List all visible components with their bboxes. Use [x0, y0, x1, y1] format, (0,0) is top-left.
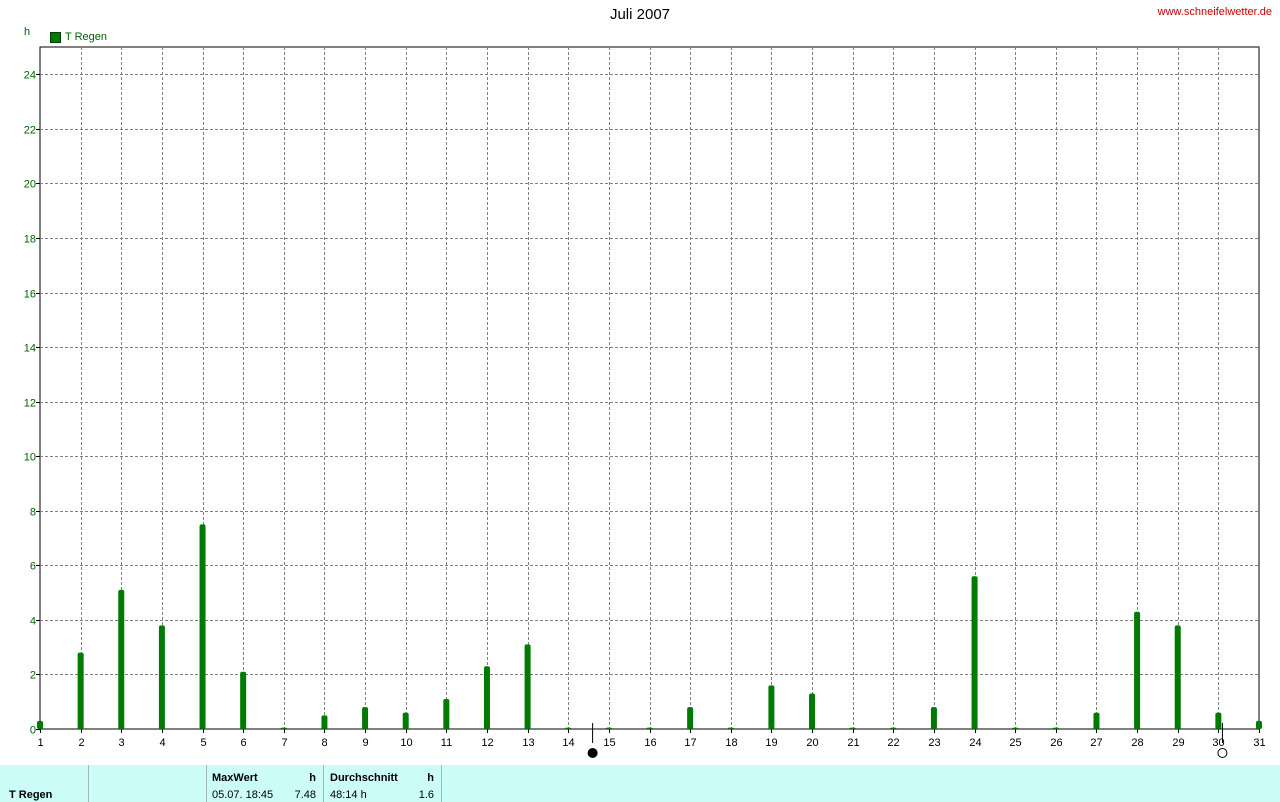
x-tick-label: 2: [78, 737, 84, 749]
x-tick-label: 1: [37, 737, 43, 749]
plot-frame: [39, 46, 1260, 730]
x-tick-label: 25: [1009, 737, 1021, 749]
bar-12: [483, 666, 490, 729]
bar-25: [1012, 727, 1019, 729]
x-tick-label: 13: [522, 737, 534, 749]
bar-31: [1256, 720, 1262, 729]
x-tick-label: 17: [684, 737, 696, 749]
y-tick-label: 24: [24, 70, 36, 82]
x-tick-label: 16: [644, 737, 656, 749]
y-tick-label: 20: [24, 179, 36, 191]
y-tick-label: 8: [30, 507, 36, 519]
x-tick-label: 9: [362, 737, 368, 749]
stats-series-label: T Regen: [9, 789, 53, 801]
x-tick-label: 3: [118, 737, 124, 749]
y-tick-label: 2: [30, 670, 36, 682]
x-tick-label: 21: [847, 737, 859, 749]
bar-18: [727, 727, 734, 729]
x-tick-label: 15: [603, 737, 615, 749]
x-tick-label: 10: [400, 737, 412, 749]
x-tick-label: 26: [1050, 737, 1062, 749]
bar-7: [280, 727, 287, 729]
stats-max-cell: MaxWert h 05.07. 18:45 7.48: [207, 765, 324, 802]
bar-16: [646, 727, 653, 729]
bar-11: [443, 698, 450, 729]
x-tick-label: 24: [969, 737, 981, 749]
x-tick-label: 18: [725, 737, 737, 749]
x-tick-label: 8: [321, 737, 327, 749]
x-tick-label: 19: [765, 737, 777, 749]
y-tick-label: 12: [24, 398, 36, 410]
rain-duration-chart: 0246810121416182022241 2 3 4 5 6 7 8 9 10 11 12 13 14…: [24, 46, 1266, 758]
bar-24: [971, 576, 978, 729]
stats-bar: T Regen MaxWert h 05.07. 18:45 7.48 Durc…: [0, 765, 1280, 802]
bar-9: [362, 707, 369, 729]
y-tick-label: 16: [24, 289, 36, 301]
bar-5: [199, 524, 206, 729]
bar-3: [118, 589, 125, 729]
x-tick-label: 22: [887, 737, 899, 749]
y-tick-label: 18: [24, 234, 36, 246]
x-tick-label: 28: [1131, 737, 1143, 749]
x-tick-label: 27: [1090, 737, 1102, 749]
bar-4: [158, 625, 165, 729]
x-tick-label: 12: [481, 737, 493, 749]
x-tick-label: 5: [200, 737, 206, 749]
x-tick-label: 4: [159, 737, 165, 749]
bar-19: [768, 685, 775, 729]
stats-max-header: MaxWert: [212, 772, 258, 784]
new-moon-icon: [587, 748, 598, 758]
bar-15: [605, 727, 612, 729]
x-tick-label: 20: [806, 737, 818, 749]
bar-20: [809, 693, 816, 729]
y-tick-label: 4: [30, 616, 36, 628]
y-tick-label: 10: [24, 452, 36, 464]
x-tick-label: 6: [240, 737, 246, 749]
bar-17: [687, 707, 694, 729]
bar-23: [930, 707, 937, 729]
bar-27: [1093, 712, 1100, 729]
bar-6: [240, 671, 247, 729]
full-moon-icon: [1217, 748, 1228, 758]
y-tick-label: 22: [24, 125, 36, 137]
bar-13: [524, 644, 531, 729]
y-tick-label: 14: [24, 343, 36, 355]
x-tick-label: 14: [562, 737, 574, 749]
stats-avg-cell: Durchschnitt h 48:14 h 1.6: [324, 765, 442, 802]
x-tick-label: 7: [281, 737, 287, 749]
bar-2: [77, 652, 84, 729]
x-tick-label: 23: [928, 737, 940, 749]
bar-28: [1134, 611, 1141, 729]
y-tick-label: 6: [30, 561, 36, 573]
y-tick-label: 0: [30, 725, 36, 737]
stats-avg-total: 48:14 h: [330, 789, 367, 801]
stats-avg-value: 1.6: [418, 789, 434, 801]
bar-30: [1215, 712, 1222, 729]
x-tick-label: 29: [1172, 737, 1184, 749]
bar-8: [321, 715, 328, 729]
stats-empty-cell: [89, 765, 207, 802]
stats-avg-header: Durchschnitt: [330, 772, 398, 784]
bar-29: [1174, 625, 1181, 729]
bar-1: [37, 720, 43, 729]
bar-21: [849, 727, 856, 729]
x-tick-label: 11: [441, 737, 452, 749]
stats-max-unit: h: [309, 772, 316, 784]
bar-26: [1052, 727, 1059, 729]
bar-22: [890, 727, 897, 729]
x-tick-label: 31: [1253, 737, 1265, 749]
stats-avg-unit: h: [427, 772, 434, 784]
stats-max-value: 7.48: [294, 789, 316, 801]
bar-14: [565, 727, 572, 729]
stats-series-cell: T Regen: [0, 765, 89, 802]
stats-max-date: 05.07. 18:45: [212, 789, 274, 801]
bar-10: [402, 712, 409, 729]
